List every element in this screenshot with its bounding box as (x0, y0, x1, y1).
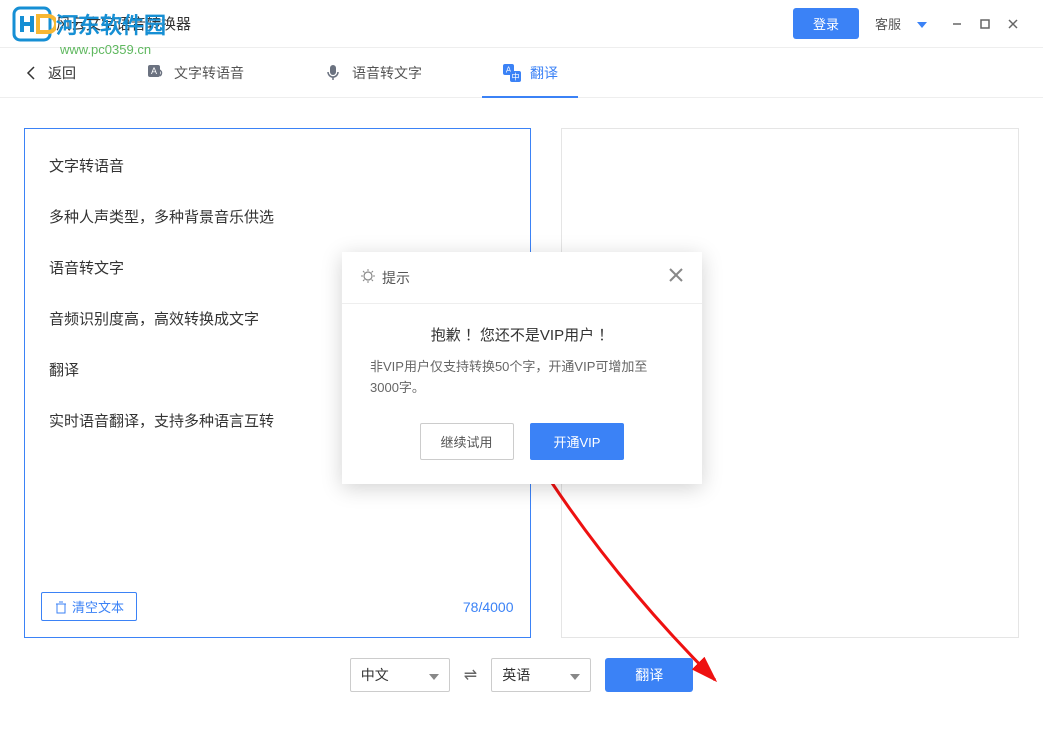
back-button[interactable]: 返回 (24, 63, 76, 83)
back-arrow-icon (24, 65, 40, 81)
modal-sub-message: 非VIP用户仅支持转换50个字，开通VIP可增加至3000字。 (370, 357, 674, 399)
modal-message: 抱歉 ！您还不是VIP用户 ！ (370, 324, 674, 345)
swap-languages-button[interactable]: ⇌ (464, 665, 477, 685)
source-language-select[interactable]: 中文 (350, 658, 450, 692)
maximize-button[interactable] (971, 10, 999, 38)
app-logo-icon: A (16, 8, 48, 40)
chevron-down-icon (570, 667, 580, 683)
translate-icon: A中 (502, 63, 522, 83)
chevron-down-icon (429, 667, 439, 683)
open-vip-button[interactable]: 开通VIP (530, 423, 625, 460)
tabbar: 返回 A 文字转语音 语音转文字 A中 翻译 (0, 48, 1043, 98)
svg-text:中: 中 (512, 71, 520, 81)
speech-to-text-icon (324, 63, 344, 83)
service-link[interactable]: 客服 (875, 14, 901, 33)
text-line: 多种人声类型，多种背景音乐供选 (49, 204, 506, 231)
modal-close-button[interactable] (668, 266, 684, 289)
tab-label: 语音转文字 (352, 63, 422, 83)
close-icon (668, 267, 684, 283)
clear-text-button[interactable]: 清空文本 (41, 592, 137, 621)
svg-text:A: A (27, 16, 37, 32)
clear-label: 清空文本 (72, 597, 124, 616)
app-title: 风云文字语音转换器 (56, 13, 793, 34)
close-button[interactable] (999, 10, 1027, 38)
continue-trial-button[interactable]: 继续试用 (420, 423, 514, 460)
tab-text-to-speech[interactable]: A 文字转语音 (126, 48, 264, 98)
bulb-icon (360, 268, 376, 287)
login-button[interactable]: 登录 (793, 8, 859, 39)
minimize-button[interactable] (943, 10, 971, 38)
char-counter: 78/4000 (463, 599, 514, 615)
tab-label: 翻译 (530, 63, 558, 83)
tab-translate[interactable]: A中 翻译 (482, 48, 578, 98)
tab-speech-to-text[interactable]: 语音转文字 (304, 48, 442, 98)
modal-title: 提示 (382, 268, 410, 288)
source-lang-label: 中文 (361, 665, 389, 685)
back-label: 返回 (48, 63, 76, 83)
tab-label: 文字转语音 (174, 63, 244, 83)
bottom-controls: 中文 ⇌ 英语 翻译 (0, 658, 1043, 692)
vip-prompt-dialog: 提示 抱歉 ！您还不是VIP用户 ！ 非VIP用户仅支持转换50个字，开通VIP… (342, 252, 702, 484)
titlebar: A 风云文字语音转换器 登录 客服 (0, 0, 1043, 48)
target-language-select[interactable]: 英语 (491, 658, 591, 692)
svg-text:A: A (151, 66, 157, 76)
dropdown-icon[interactable] (917, 15, 927, 33)
trash-icon (54, 600, 68, 614)
translate-button[interactable]: 翻译 (605, 658, 693, 692)
text-to-speech-icon: A (146, 63, 166, 83)
target-lang-label: 英语 (502, 665, 530, 685)
text-line: 文字转语音 (49, 153, 506, 180)
